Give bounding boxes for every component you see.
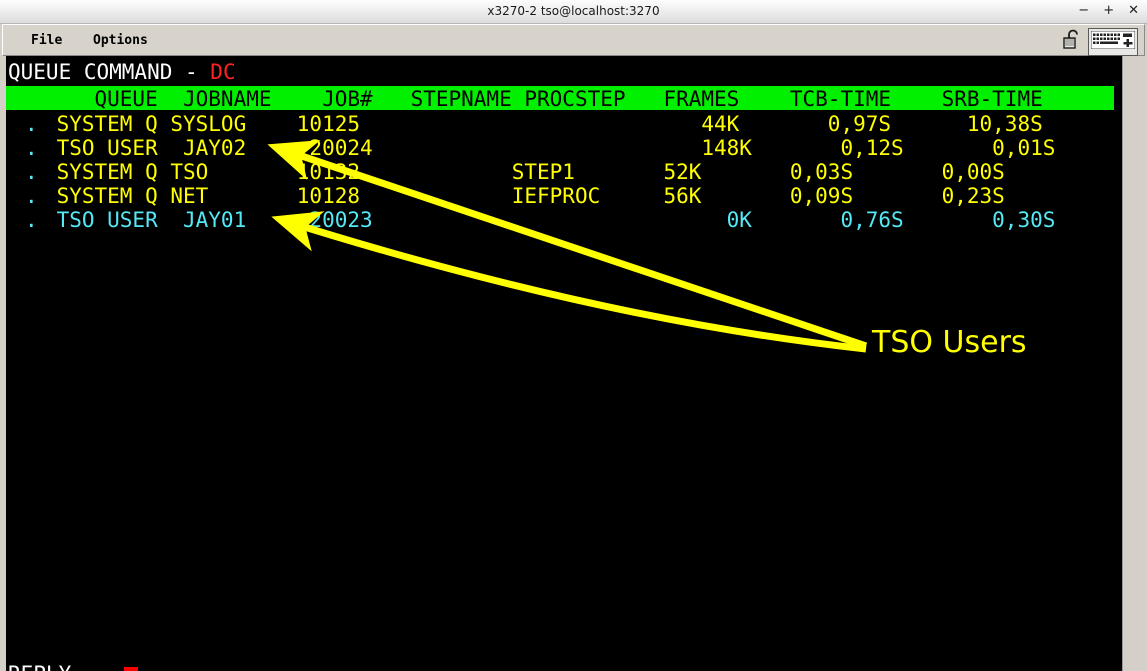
column-header-band: QUEUE JOBNAME JOB# STEPNAME PROCSTEP FRA… <box>6 86 1114 111</box>
table-row[interactable]: . SYSTEM Q NET 10128 IEFPROC 56K 0,09S 0… <box>6 184 1114 208</box>
column-header-text: QUEUE JOBNAME JOB# STEPNAME PROCSTEP FRA… <box>6 87 1043 111</box>
command-line: QUEUE COMMAND - DC <box>8 60 236 84</box>
menu-item-file[interactable]: File <box>31 33 62 48</box>
annotation-label: TSO Users <box>872 325 1027 360</box>
row-content: SYSTEM Q NET 10128 IEFPROC 56K 0,09S 0,2… <box>6 184 1005 208</box>
table-row[interactable]: . TSO USER JAY02 20024 148K 0,12S 0,01S <box>6 136 1114 160</box>
terminal-screen[interactable]: QUEUE COMMAND - DC QUEUE JOBNAME JOB# ST… <box>6 56 1122 671</box>
reply-prompt-label: REPLY - <box>8 662 109 671</box>
toolbar-icons <box>1062 28 1138 56</box>
title-bar: x3270-2 tso@localhost:3270 − + ✕ <box>0 0 1147 24</box>
menu-item-options[interactable]: Options <box>93 33 148 48</box>
row-content: TSO USER JAY01 20023 0K 0,76S 0,30S <box>6 208 1056 232</box>
row-content: TSO USER JAY02 20024 148K 0,12S 0,01S <box>6 136 1056 160</box>
terminal-frame-right <box>1122 56 1147 671</box>
keyboard-icon[interactable] <box>1088 28 1138 56</box>
table-row[interactable]: . TSO USER JAY01 20023 0K 0,76S 0,30S <box>6 208 1114 232</box>
table-row[interactable]: . SYSTEM Q SYSLOG 10125 44K 0,97S 10,38S <box>6 112 1114 136</box>
unlocked-padlock-icon[interactable] <box>1062 28 1082 56</box>
window-title: x3270-2 tso@localhost:3270 <box>487 4 660 18</box>
row-content: SYSTEM Q SYSLOG 10125 44K 0,97S 10,38S <box>6 112 1043 136</box>
maximize-button[interactable]: + <box>1103 2 1114 20</box>
command-line-suffix: DC <box>210 60 236 84</box>
menu-bar: File Options <box>2 24 1145 56</box>
close-button[interactable]: ✕ <box>1128 2 1139 20</box>
table-row[interactable]: . SYSTEM Q TSO 10132 STEP1 52K 0,03S 0,0… <box>6 160 1114 184</box>
minimize-button[interactable]: − <box>1078 2 1089 20</box>
window-controls: − + ✕ <box>1078 2 1139 20</box>
reply-cursor[interactable] <box>124 667 138 671</box>
command-line-text: QUEUE COMMAND - <box>8 60 211 84</box>
x3270-window: x3270-2 tso@localhost:3270 − + ✕ File Op… <box>0 0 1147 671</box>
row-content: SYSTEM Q TSO 10132 STEP1 52K 0,03S 0,00S <box>6 160 1005 184</box>
